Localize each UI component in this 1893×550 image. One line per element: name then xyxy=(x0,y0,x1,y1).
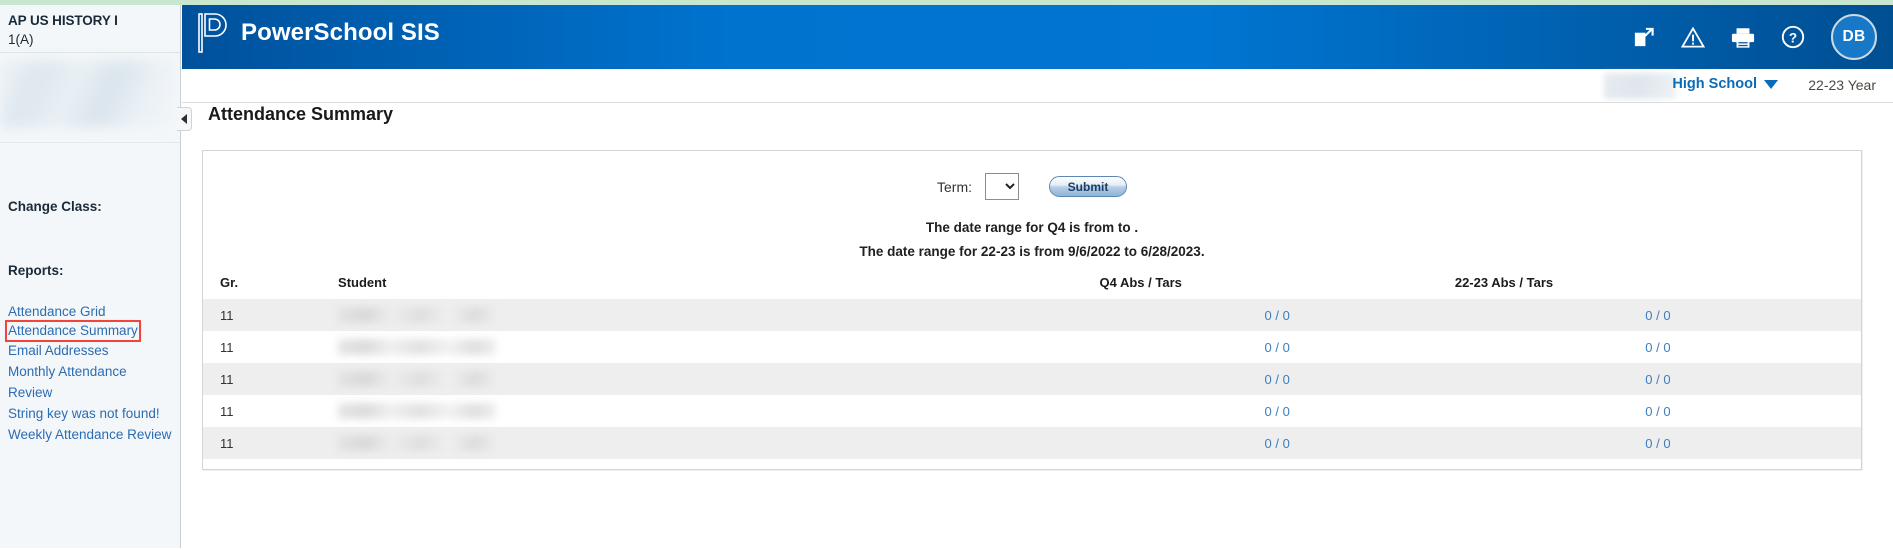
year-abs-tars-link[interactable]: 0 / 0 xyxy=(1645,436,1670,451)
cell-year-abs-tars: 0 / 0 xyxy=(1454,427,1861,459)
sidebar-class-header: AP US HISTORY I 1(A) xyxy=(0,5,180,49)
cell-spacer xyxy=(531,395,1100,427)
redacted-student-name xyxy=(338,371,497,387)
app-header: PowerSchool SIS ? DB xyxy=(182,5,1893,69)
q4-abs-tars-link[interactable]: 0 / 0 xyxy=(1265,436,1290,451)
cell-spacer xyxy=(530,363,1100,395)
cell-student-name[interactable] xyxy=(338,427,531,459)
column-header-grade: Gr. xyxy=(220,275,239,290)
cell-year-abs-tars: 0 / 0 xyxy=(1455,395,1861,427)
cell-student-name[interactable] xyxy=(338,331,531,363)
redacted-student-name xyxy=(338,339,497,355)
cell-student-name[interactable] xyxy=(338,363,531,395)
cell-year-abs-tars: 0 / 0 xyxy=(1454,363,1861,395)
table-row: 11 0 / 0 0 / 0 xyxy=(203,395,1861,427)
powerschool-p-logo-icon xyxy=(198,13,228,53)
cell-q4-abs-tars: 0 / 0 xyxy=(1099,427,1455,459)
sidebar-divider xyxy=(0,52,180,53)
sidebar-report-link[interactable]: String key was not found! xyxy=(8,403,173,424)
cell-spacer xyxy=(530,299,1100,331)
attendance-summary-card: Term: Submit The date range for Q4 is fr… xyxy=(202,150,1862,470)
table-body: 11 0 / 0 0 / 0 11 0 / 0 0 / 0 11 0 / 0 0 / 0 11 0 … xyxy=(203,299,1861,459)
sub-header: High School 22-23 Year xyxy=(182,69,1893,103)
sidebar: AP US HISTORY I 1(A) Change Class: Repor… xyxy=(0,5,181,548)
table-header: Gr. Student Q4 Abs / Tars 22-23 Abs / Ta… xyxy=(203,269,1861,299)
header-icon-group: ? DB xyxy=(1631,5,1877,69)
cell-grade: 11 xyxy=(220,339,234,355)
q4-abs-tars-link[interactable]: 0 / 0 xyxy=(1265,404,1290,419)
reports-link-list: Attendance Grid Attendance Summary Email A… xyxy=(5,301,173,445)
column-header-year: 22-23 Abs / Tars xyxy=(1454,275,1554,290)
date-range-year-text: The date range for 22-23 is from 9/6/202… xyxy=(859,244,1205,259)
year-abs-tars-link[interactable]: 0 / 0 xyxy=(1645,404,1670,419)
sidebar-report-link[interactable]: Email Addresses xyxy=(8,340,173,361)
reports-heading: Reports: xyxy=(8,263,64,278)
cell-student-name[interactable] xyxy=(338,395,531,427)
printer-icon[interactable] xyxy=(1731,25,1755,49)
cell-grade: 11 xyxy=(203,363,339,395)
column-header-q4: Q4 Abs / Tars xyxy=(1099,275,1182,290)
external-link-icon[interactable] xyxy=(1631,25,1655,49)
q4-abs-tars-link[interactable]: 0 / 0 xyxy=(1265,372,1290,387)
cell-spacer xyxy=(531,331,1100,363)
redacted-student-info-block xyxy=(0,60,175,128)
cell-year-abs-tars: 0 / 0 xyxy=(1454,299,1861,331)
warning-triangle-icon[interactable] xyxy=(1681,25,1705,49)
cell-q4-abs-tars: 0 / 0 xyxy=(1099,299,1455,331)
cell-student-name[interactable] xyxy=(338,299,531,331)
cell-q4-abs-tars: 0 / 0 xyxy=(1100,331,1455,363)
table-header-row: Gr. Student Q4 Abs / Tars 22-23 Abs / Ta… xyxy=(203,269,1861,299)
sidebar-report-link[interactable]: Attendance Grid xyxy=(8,301,173,322)
redacted-student-name xyxy=(338,403,497,419)
collapse-left-arrow-icon xyxy=(181,114,187,124)
sidebar-report-link[interactable]: Weekly Attendance Review xyxy=(8,424,173,445)
year-abs-tars-link[interactable]: 0 / 0 xyxy=(1645,308,1670,323)
cell-grade: 11 xyxy=(203,427,339,459)
column-header-student: Student xyxy=(338,275,387,290)
table-row: 11 0 / 0 0 / 0 xyxy=(203,427,1861,459)
school-name-label: High School xyxy=(1672,76,1757,92)
cell-grade: 11 xyxy=(220,403,234,419)
cell-q4-abs-tars: 0 / 0 xyxy=(1099,363,1455,395)
cell-q4-abs-tars: 0 / 0 xyxy=(1100,395,1455,427)
q4-abs-tars-link[interactable]: 0 / 0 xyxy=(1265,308,1290,323)
term-select[interactable] xyxy=(985,173,1019,200)
table-row: 11 0 / 0 0 / 0 xyxy=(203,331,1861,363)
term-label: Term: xyxy=(937,178,972,195)
attendance-summary-table: Gr. Student Q4 Abs / Tars 22-23 Abs / Ta… xyxy=(203,269,1861,459)
redacted-student-name xyxy=(338,435,497,451)
table-row: 11 0 / 0 0 / 0 xyxy=(203,363,1861,395)
svg-text:?: ? xyxy=(1789,30,1797,45)
column-header-spacer xyxy=(531,269,1100,299)
term-filter-row: Term: Submit xyxy=(203,173,1861,200)
sidebar-collapse-toggle[interactable] xyxy=(177,107,192,131)
class-section: 1(A) xyxy=(8,32,34,47)
redacted-student-name xyxy=(338,307,497,323)
cell-year-abs-tars: 0 / 0 xyxy=(1455,331,1861,363)
q4-abs-tars-link[interactable]: 0 / 0 xyxy=(1265,340,1290,355)
brand-title: PowerSchool SIS xyxy=(241,19,440,46)
change-class-heading: Change Class: xyxy=(8,199,102,214)
year-abs-tars-link[interactable]: 0 / 0 xyxy=(1645,372,1670,387)
date-range-term-text: The date range for Q4 is from to . xyxy=(925,220,1139,235)
redacted-district-logo xyxy=(1604,73,1676,99)
page-title: Attendance Summary xyxy=(208,104,394,124)
school-selector[interactable]: High School xyxy=(1672,76,1778,92)
avatar[interactable]: DB xyxy=(1831,14,1877,60)
sidebar-report-link[interactable]: Monthly Attendance Review xyxy=(8,361,173,403)
brand-block[interactable]: PowerSchool SIS xyxy=(198,13,440,53)
class-name: AP US HISTORY I xyxy=(8,13,118,28)
school-year-label: 22-23 Year xyxy=(1808,77,1876,93)
sidebar-report-link[interactable]: Attendance Summary xyxy=(5,320,141,342)
cell-grade: 11 xyxy=(203,299,339,331)
sidebar-divider-secondary xyxy=(0,142,180,143)
help-question-icon[interactable]: ? xyxy=(1781,25,1805,49)
table-row: 11 0 / 0 0 / 0 xyxy=(203,299,1861,331)
cell-spacer xyxy=(530,427,1100,459)
chevron-down-icon xyxy=(1764,79,1778,89)
submit-button[interactable]: Submit xyxy=(1049,176,1127,197)
year-abs-tars-link[interactable]: 0 / 0 xyxy=(1645,340,1670,355)
